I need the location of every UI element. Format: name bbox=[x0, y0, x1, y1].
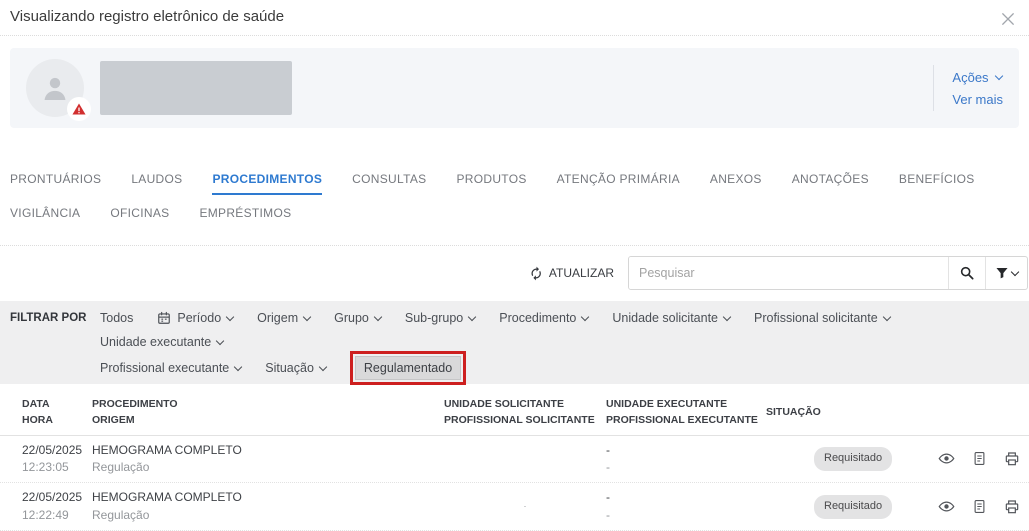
funnel-icon bbox=[996, 268, 1008, 279]
tab-beneficios[interactable]: BENEFÍCIOS bbox=[899, 172, 975, 195]
cell-exec-unit: - bbox=[606, 490, 610, 505]
search-button[interactable] bbox=[948, 257, 985, 289]
page-title: Visualizando registro eletrônico de saúd… bbox=[10, 8, 285, 25]
filter-periodo[interactable]: Período bbox=[157, 307, 235, 329]
tab-laudos[interactable]: LAUDOS bbox=[131, 172, 182, 195]
tab-emprestimos[interactable]: EMPRÉSTIMOS bbox=[199, 206, 291, 229]
search-icon bbox=[960, 266, 974, 280]
cell-sol-unit: · bbox=[523, 501, 527, 512]
warning-badge bbox=[67, 97, 91, 121]
table-row: 22/05/2025 12:23:05 HEMOGRAMA COMPLETO R… bbox=[0, 436, 1029, 484]
avatar bbox=[26, 59, 91, 121]
status-badge: Requisitado bbox=[814, 494, 893, 519]
search-group bbox=[628, 256, 1028, 290]
document-icon bbox=[974, 452, 985, 466]
search-input[interactable] bbox=[629, 257, 948, 289]
filter-bar: FILTRAR POR Todos Período Origem Grupo S… bbox=[0, 301, 1029, 385]
document-button[interactable] bbox=[972, 499, 987, 514]
filter-procedimento[interactable]: Procedimento bbox=[499, 307, 590, 329]
eye-icon bbox=[938, 453, 955, 464]
print-button[interactable] bbox=[1004, 499, 1020, 515]
filter-origem[interactable]: Origem bbox=[257, 307, 312, 329]
cell-procedure: HEMOGRAMA COMPLETO bbox=[92, 490, 242, 505]
red-annotation-box: Regulamentado bbox=[349, 351, 467, 385]
chevron-down-icon bbox=[468, 312, 477, 321]
calendar-icon bbox=[158, 311, 171, 324]
see-more-link[interactable]: Ver mais bbox=[952, 92, 1003, 107]
chevron-down-icon bbox=[373, 312, 383, 321]
chevron-down-icon bbox=[882, 312, 891, 321]
cell-exec-prof: - bbox=[606, 459, 610, 474]
filter-todos[interactable]: Todos bbox=[100, 307, 133, 329]
chevron-down-icon bbox=[302, 312, 312, 321]
table-row: 22/05/2025 12:22:49 HEMOGRAMA COMPLETO R… bbox=[0, 483, 1029, 531]
chevron-down-icon bbox=[1010, 267, 1020, 276]
filter-sub-grupo[interactable]: Sub-grupo bbox=[405, 307, 477, 329]
divider bbox=[933, 65, 935, 111]
tab-consultas[interactable]: CONSULTAS bbox=[352, 172, 426, 195]
chevron-down-icon bbox=[581, 312, 590, 321]
filter-bar-label: FILTRAR POR bbox=[10, 312, 87, 324]
refresh-button[interactable]: ATUALIZAR bbox=[529, 266, 614, 281]
cell-procedure: HEMOGRAMA COMPLETO bbox=[92, 442, 242, 457]
cell-origin: Regulação bbox=[92, 507, 150, 522]
tab-prontuarios[interactable]: PRONTUÁRIOS bbox=[10, 172, 101, 195]
filter-unidade-executante[interactable]: Unidade executante bbox=[100, 331, 225, 353]
view-button[interactable] bbox=[938, 450, 955, 467]
filter-regulamentado-chip[interactable]: Regulamentado bbox=[354, 356, 462, 380]
filter-unidade-solicitante[interactable]: Unidade solicitante bbox=[612, 307, 732, 329]
tab-atencao-primaria[interactable]: ATENÇÃO PRIMÁRIA bbox=[557, 172, 680, 195]
cell-date: 22/05/2025 bbox=[22, 442, 83, 457]
chevron-down-icon bbox=[994, 71, 1003, 80]
cell-exec-prof: - bbox=[606, 507, 610, 522]
person-icon bbox=[44, 77, 66, 100]
printer-icon bbox=[1005, 452, 1019, 466]
cell-date: 22/05/2025 bbox=[22, 490, 83, 505]
chevron-down-icon bbox=[722, 312, 732, 321]
eye-icon bbox=[938, 501, 955, 512]
close-icon[interactable] bbox=[999, 10, 1017, 28]
actions-dropdown[interactable]: Ações bbox=[952, 70, 1003, 85]
chevron-down-icon bbox=[234, 362, 243, 371]
tab-vigilancia[interactable]: VIGILÂNCIA bbox=[10, 206, 80, 229]
chevron-down-icon bbox=[215, 336, 225, 345]
print-button[interactable] bbox=[1004, 451, 1020, 467]
chevron-down-icon bbox=[225, 312, 235, 321]
tab-anotacoes[interactable]: ANOTAÇÕES bbox=[792, 172, 869, 195]
refresh-icon bbox=[531, 266, 541, 280]
patient-summary-panel: Ações Ver mais bbox=[10, 48, 1019, 128]
printer-icon bbox=[1005, 500, 1019, 513]
filter-profissional-solicitante[interactable]: Profissional solicitante bbox=[754, 307, 891, 329]
cell-time: 12:22:49 bbox=[22, 507, 69, 522]
tab-anexos[interactable]: ANEXOS bbox=[710, 172, 762, 195]
cell-exec-unit: - bbox=[606, 442, 610, 457]
cell-origin: Regulação bbox=[92, 459, 150, 474]
modal-header: Visualizando registro eletrônico de saúd… bbox=[0, 0, 1029, 36]
table-header: DATA HORA PROCEDIMENTO ORIGEM UNIDADE SO… bbox=[0, 389, 1029, 436]
patient-name-redacted bbox=[100, 61, 292, 115]
filter-grupo[interactable]: Grupo bbox=[334, 307, 383, 329]
cell-time: 12:23:05 bbox=[22, 459, 69, 474]
tab-procedimentos[interactable]: PROCEDIMENTOS bbox=[212, 172, 323, 195]
filter-situacao[interactable]: Situação bbox=[265, 357, 328, 379]
view-button[interactable] bbox=[938, 498, 955, 515]
toolbar: ATUALIZAR bbox=[0, 246, 1029, 301]
filter-regulamentado-annotated[interactable]: Regulamentado bbox=[349, 351, 467, 385]
filter-dropdown-button[interactable] bbox=[985, 257, 1027, 289]
alert-triangle-icon bbox=[72, 103, 86, 115]
status-badge: Requisitado bbox=[814, 446, 893, 471]
document-button[interactable] bbox=[972, 451, 987, 466]
tab-oficinas[interactable]: OFICINAS bbox=[110, 206, 169, 229]
chevron-down-icon bbox=[318, 362, 328, 371]
filter-profissional-executante[interactable]: Profissional executante bbox=[100, 357, 243, 379]
tab-produtos[interactable]: PRODUTOS bbox=[456, 172, 526, 195]
tab-bar: PRONTUÁRIOS LAUDOS PROCEDIMENTOS CONSULT… bbox=[10, 172, 1019, 229]
document-icon bbox=[974, 500, 985, 514]
